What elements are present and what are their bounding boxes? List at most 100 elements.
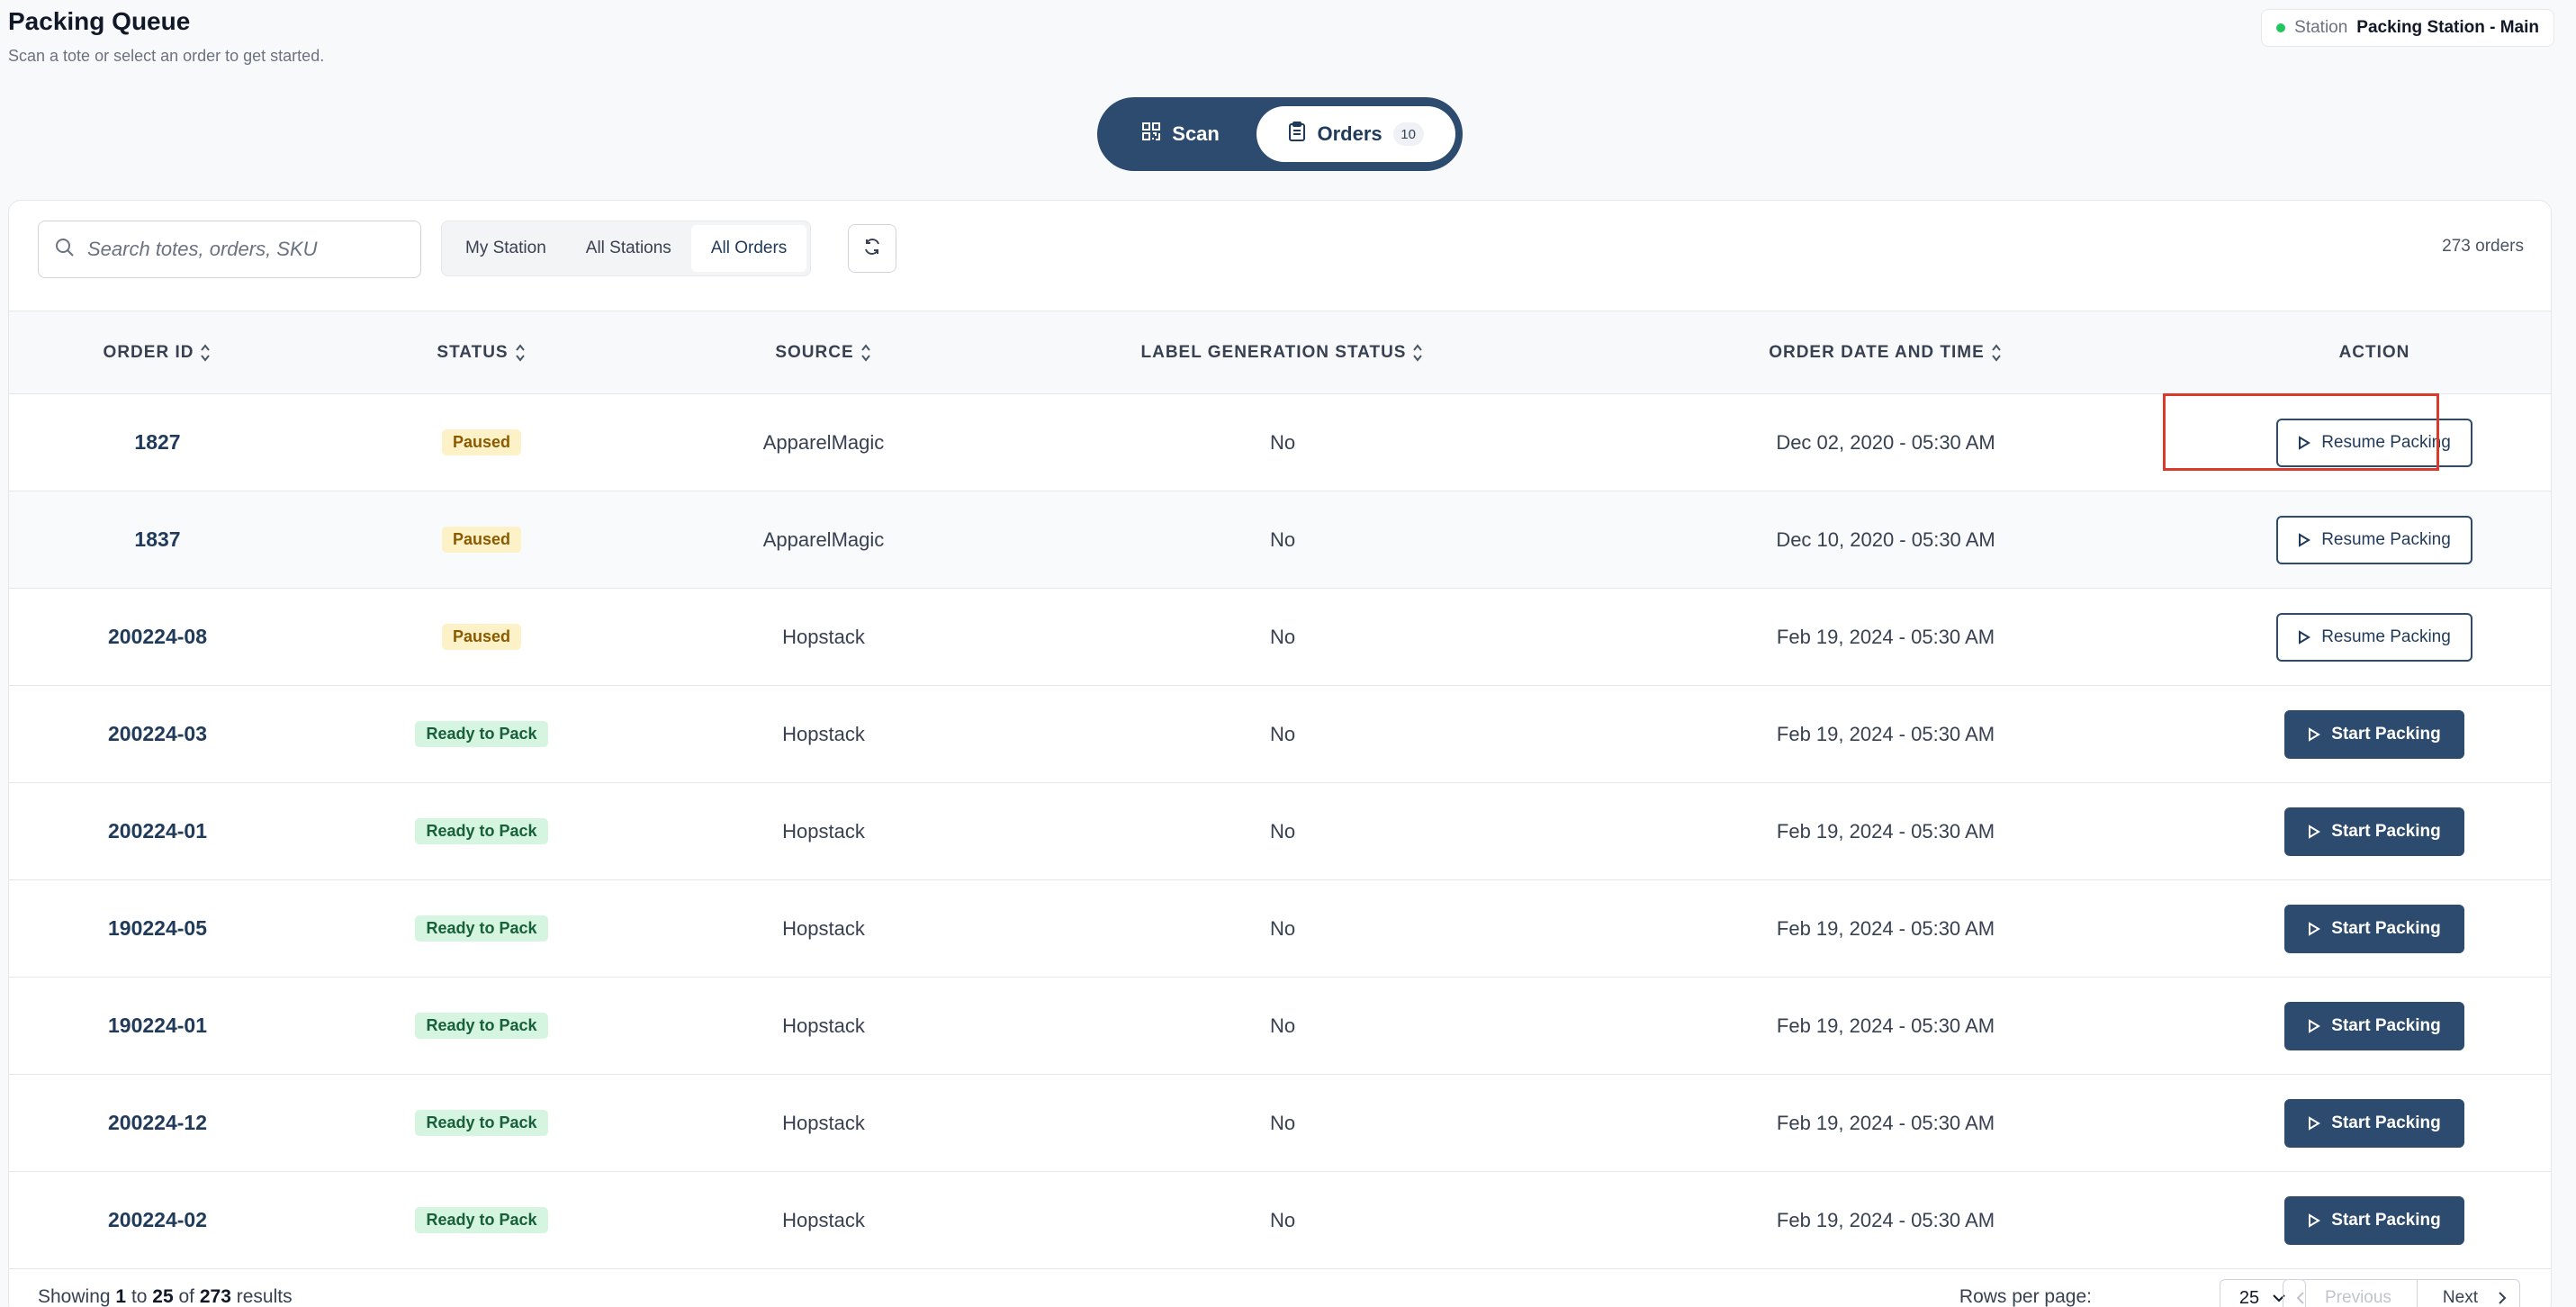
column-header-order-id[interactable]: ORDER ID xyxy=(9,311,306,394)
table-row[interactable]: 1837 Paused ApparelMagic No Dec 10, 2020 - 0… xyxy=(9,491,2551,589)
order-id-link[interactable]: 200224-08 xyxy=(108,625,207,648)
sort-icon xyxy=(201,343,211,362)
orders-tab-label: Orders xyxy=(1317,122,1383,145)
play-icon xyxy=(2309,1212,2321,1228)
refresh-button[interactable] xyxy=(848,224,896,273)
qr-scan-icon xyxy=(1141,122,1161,147)
chevron-right-icon xyxy=(2499,1292,2507,1304)
status-badge: Ready to Pack xyxy=(415,915,548,942)
play-icon xyxy=(2309,921,2321,936)
column-header-status[interactable]: STATUS xyxy=(306,311,657,394)
rows-per-page-value: 25 xyxy=(2238,1287,2260,1307)
table-row[interactable]: 190224-01 Ready to Pack Hopstack No Feb 19, … xyxy=(9,978,2551,1075)
status-badge: Paused xyxy=(441,429,522,455)
view-toggle: Scan Orders 10 xyxy=(1097,97,1463,171)
status-badge: Ready to Pack xyxy=(415,1110,548,1136)
station-name: Packing Station - Main xyxy=(2356,18,2539,37)
label-status-cell: No xyxy=(1269,1014,1296,1037)
label-status-cell: No xyxy=(1269,1111,1296,1134)
status-badge: Paused xyxy=(441,527,522,553)
sort-icon xyxy=(515,343,525,362)
orders-table: ORDER ID STATUS SOURCE LABEL GENERATION … xyxy=(9,311,2551,1269)
filter-all-orders[interactable]: All Orders xyxy=(690,225,807,272)
resume-packing-button[interactable]: Resume Packing xyxy=(2276,418,2472,467)
page-title: Packing Queue xyxy=(8,7,191,35)
pagination-controls: Previous Next xyxy=(2283,1279,2520,1307)
column-header-source[interactable]: SOURCE xyxy=(657,311,990,394)
start-packing-button[interactable]: Start Packing xyxy=(2284,904,2464,953)
start-packing-button[interactable]: Start Packing xyxy=(2284,1195,2464,1245)
station-label: Station xyxy=(2294,18,2348,37)
orders-toolbar: My Station All Stations All Orders 273 o… xyxy=(9,201,2551,311)
resume-packing-button[interactable]: Resume Packing xyxy=(2276,515,2472,564)
label-status-cell: No xyxy=(1269,430,1296,454)
label-status-cell: No xyxy=(1269,819,1296,843)
search-box[interactable] xyxy=(38,221,421,278)
action-button-label: Start Packing xyxy=(2331,821,2441,841)
action-button-label: Start Packing xyxy=(2331,1015,2441,1035)
rows-per-page-label: Rows per page: xyxy=(1959,1286,2092,1307)
action-button-label: Start Packing xyxy=(2331,1210,2441,1230)
source-cell: Hopstack xyxy=(782,722,865,745)
table-row[interactable]: 190224-05 Ready to Pack Hopstack No Feb 19, … xyxy=(9,880,2551,978)
order-date-cell: Dec 02, 2020 - 05:30 AM xyxy=(1776,430,1995,454)
play-icon xyxy=(2309,1115,2321,1131)
orders-card: My Station All Stations All Orders 273 o… xyxy=(8,200,2552,1307)
order-id-link[interactable]: 200224-01 xyxy=(108,819,207,843)
play-icon xyxy=(2299,532,2311,547)
table-row[interactable]: 200224-08 Paused Hopstack No Feb 19, 2024 - … xyxy=(9,589,2551,686)
start-packing-button[interactable]: Start Packing xyxy=(2284,807,2464,856)
column-header-label-status[interactable]: LABEL GENERATION STATUS xyxy=(990,311,1575,394)
source-cell: Hopstack xyxy=(782,1014,865,1037)
filter-my-station[interactable]: My Station xyxy=(446,225,566,272)
start-packing-button[interactable]: Start Packing xyxy=(2284,1098,2464,1148)
order-date-cell: Feb 19, 2024 - 05:30 AM xyxy=(1776,1208,1995,1231)
refresh-icon xyxy=(862,237,882,261)
order-id-link[interactable]: 1827 xyxy=(134,430,180,454)
scan-tab[interactable]: Scan xyxy=(1104,106,1256,162)
pagination-summary: Showing 1 to 25 of 273 results xyxy=(38,1286,293,1307)
order-id-link[interactable]: 200224-02 xyxy=(108,1208,207,1231)
clipboard-icon xyxy=(1288,122,1306,147)
source-cell: Hopstack xyxy=(782,916,865,940)
action-button-label: Start Packing xyxy=(2331,1113,2441,1132)
order-id-link[interactable]: 200224-03 xyxy=(108,722,207,745)
play-icon xyxy=(2309,1018,2321,1033)
table-row[interactable]: 200224-12 Ready to Pack Hopstack No Feb 19, … xyxy=(9,1075,2551,1172)
orders-table-body: 1827 Paused ApparelMagic No Dec 02, 2020 - 0… xyxy=(9,394,2551,1269)
table-row[interactable]: 200224-03 Ready to Pack Hopstack No Feb 19, … xyxy=(9,686,2551,783)
previous-page-button[interactable]: Previous xyxy=(2283,1280,2418,1307)
status-badge: Paused xyxy=(441,624,522,650)
start-packing-button[interactable]: Start Packing xyxy=(2284,1001,2464,1050)
table-row[interactable]: 200224-02 Ready to Pack Hopstack No Feb 19, … xyxy=(9,1172,2551,1269)
action-button-label: Start Packing xyxy=(2331,724,2441,744)
order-date-cell: Feb 19, 2024 - 05:30 AM xyxy=(1776,916,1995,940)
source-cell: Hopstack xyxy=(782,819,865,843)
filter-all-stations[interactable]: All Stations xyxy=(566,225,691,272)
start-packing-button[interactable]: Start Packing xyxy=(2284,709,2464,759)
search-input[interactable] xyxy=(87,238,404,261)
play-icon xyxy=(2299,435,2311,450)
order-id-link[interactable]: 1837 xyxy=(134,527,180,551)
table-row[interactable]: 200224-01 Ready to Pack Hopstack No Feb 19, … xyxy=(9,783,2551,880)
label-status-cell: No xyxy=(1269,527,1296,551)
status-badge: Ready to Pack xyxy=(415,721,548,747)
station-indicator[interactable]: Station Packing Station - Main xyxy=(2261,9,2554,47)
order-id-link[interactable]: 190224-05 xyxy=(108,916,207,940)
action-button-label: Resume Packing xyxy=(2321,432,2451,452)
status-badge: Ready to Pack xyxy=(415,1207,548,1233)
order-date-cell: Feb 19, 2024 - 05:30 AM xyxy=(1776,819,1995,843)
label-status-cell: No xyxy=(1269,1208,1296,1231)
next-page-button[interactable]: Next xyxy=(2418,1280,2519,1307)
orders-tab[interactable]: Orders 10 xyxy=(1256,106,1455,162)
order-count: 273 orders xyxy=(2442,237,2524,256)
play-icon xyxy=(2309,726,2321,742)
order-id-link[interactable]: 200224-12 xyxy=(108,1111,207,1134)
column-header-order-date[interactable]: ORDER DATE AND TIME xyxy=(1575,311,2196,394)
station-filter-group: My Station All Stations All Orders xyxy=(441,221,812,276)
order-date-cell: Feb 19, 2024 - 05:30 AM xyxy=(1776,1014,1995,1037)
resume-packing-button[interactable]: Resume Packing xyxy=(2276,612,2472,662)
source-cell: ApparelMagic xyxy=(762,430,885,454)
table-row[interactable]: 1827 Paused ApparelMagic No Dec 02, 2020 - 0… xyxy=(9,394,2551,491)
order-id-link[interactable]: 190224-01 xyxy=(108,1014,207,1037)
